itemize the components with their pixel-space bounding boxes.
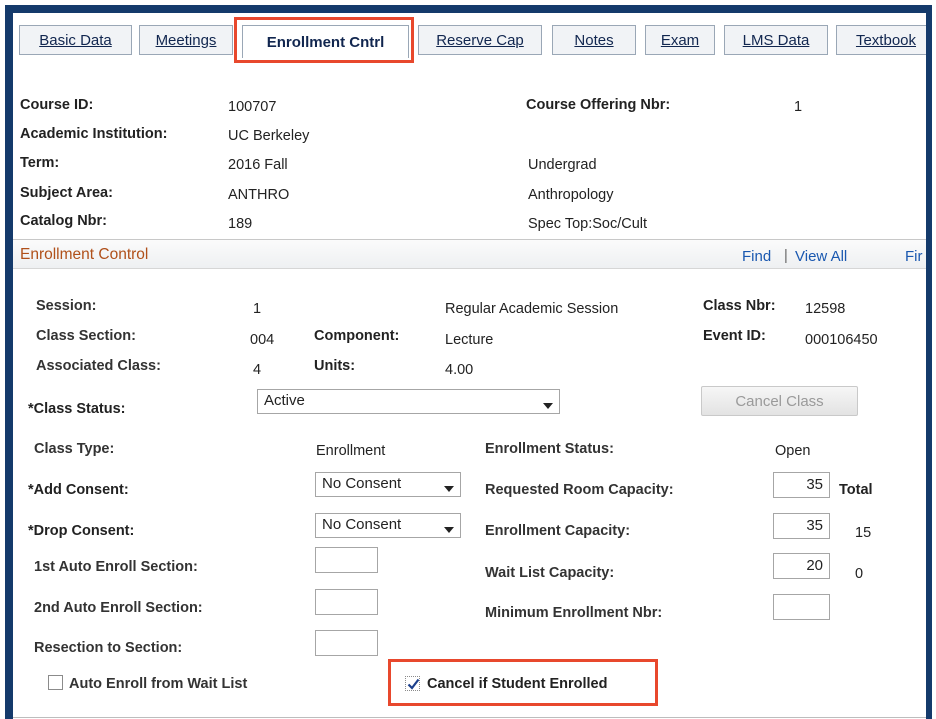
session-value: 1: [253, 301, 262, 317]
enrollment-status-value: Open: [775, 443, 811, 459]
tab-notes[interactable]: Notes: [552, 25, 636, 55]
auto-enroll-wait-list-checkbox[interactable]: [48, 675, 63, 690]
chevron-down-icon: [543, 403, 553, 409]
tab-exam[interactable]: Exam: [645, 25, 715, 55]
course-id-label: Course ID:: [20, 97, 94, 113]
wait-list-capacity-input[interactable]: 20: [773, 553, 830, 579]
requested-room-capacity-input[interactable]: 35: [773, 472, 830, 498]
drop-consent-label: *Drop Consent:: [28, 523, 135, 539]
session-desc: Regular Academic Session: [445, 301, 619, 317]
class-status-select[interactable]: Active: [257, 389, 560, 414]
chevron-down-icon: [444, 527, 454, 533]
offering-label: Course Offering Nbr:: [526, 97, 671, 113]
resection-label: Resection to Section:: [34, 640, 183, 656]
subject-desc: Anthropology: [528, 187, 614, 203]
resection-input[interactable]: [315, 630, 378, 656]
auto-enroll-wait-list-label: Auto Enroll from Wait List: [69, 676, 248, 692]
catalog-value: 189: [228, 216, 253, 232]
add-consent-select[interactable]: No Consent: [315, 472, 461, 497]
tab-meetings[interactable]: Meetings: [139, 25, 233, 55]
auto-enroll-1-input[interactable]: [315, 547, 378, 573]
offering-value: 1: [794, 99, 803, 115]
assoc-class-label: Associated Class:: [36, 358, 161, 374]
subject-label: Subject Area:: [20, 185, 113, 201]
section-title: Enrollment Control: [20, 246, 149, 263]
add-consent-value: No Consent: [322, 475, 402, 492]
drop-consent-value: No Consent: [322, 516, 402, 533]
institution-value: UC Berkeley: [228, 128, 310, 144]
catalog-label: Catalog Nbr:: [20, 213, 107, 229]
wait-list-capacity-label: Wait List Capacity:: [485, 565, 615, 581]
wait-list-total-value: 0: [855, 566, 864, 582]
minimum-enrollment-input[interactable]: [773, 594, 830, 620]
term-value: 2016 Fall: [228, 157, 288, 173]
event-id-value: 000106450: [805, 332, 878, 348]
career-value: Undergrad: [528, 157, 597, 173]
view-all-link[interactable]: View All: [795, 248, 847, 265]
minimum-enrollment-label: Minimum Enrollment Nbr:: [485, 605, 663, 621]
class-type-label: Class Type:: [34, 441, 115, 457]
term-label: Term:: [20, 155, 60, 171]
add-consent-label: *Add Consent:: [28, 482, 129, 498]
class-section-label: Class Section:: [36, 328, 136, 344]
find-link[interactable]: Find: [742, 248, 771, 265]
session-label: Session:: [36, 298, 97, 314]
tab-reserve-cap[interactable]: Reserve Cap: [418, 25, 542, 55]
cancel-class-button[interactable]: Cancel Class: [701, 386, 858, 416]
catalog-desc: Spec Top:Soc/Cult: [528, 216, 648, 232]
tab-lms-data[interactable]: LMS Data: [724, 25, 828, 55]
drop-consent-select[interactable]: No Consent: [315, 513, 461, 538]
chevron-down-icon: [444, 486, 454, 492]
class-section-value: 004: [250, 332, 275, 348]
course-id-value: 100707: [228, 99, 277, 115]
section-header-bar: [13, 240, 926, 269]
units-value: 4.00: [445, 362, 474, 378]
enrollment-status-label: Enrollment Status:: [485, 441, 614, 457]
subject-value: ANTHRO: [228, 187, 290, 203]
component-label: Component:: [314, 328, 400, 344]
class-status-label: *Class Status:: [28, 401, 126, 417]
class-status-value: Active: [264, 392, 305, 409]
bottom-divider: [13, 717, 926, 718]
auto-enroll-2-input[interactable]: [315, 589, 378, 615]
class-nbr-value: 12598: [805, 301, 846, 317]
link-separator: |: [784, 248, 788, 264]
tab-bar: Basic Data Meetings Enrollment Cntrl Res…: [13, 13, 926, 58]
auto-enroll-1-label: 1st Auto Enroll Section:: [34, 559, 198, 575]
units-label: Units:: [314, 358, 356, 374]
enrollment-capacity-label: Enrollment Capacity:: [485, 523, 631, 539]
tab-highlight-box: [234, 17, 414, 63]
auto-enroll-2-label: 2nd Auto Enroll Section:: [34, 600, 203, 616]
checkbox-highlight-box: [388, 659, 658, 706]
tab-textbook[interactable]: Textbook: [836, 25, 926, 55]
class-nbr-label: Class Nbr:: [703, 298, 776, 314]
event-id-label: Event ID:: [703, 328, 766, 344]
enrollment-capacity-input[interactable]: 35: [773, 513, 830, 539]
total-label: Total: [839, 482, 873, 498]
enrollment-total-value: 15: [855, 525, 872, 541]
first-link[interactable]: Fir: [905, 248, 923, 265]
requested-room-capacity-label: Requested Room Capacity:: [485, 482, 674, 498]
page-frame: Basic Data Meetings Enrollment Cntrl Res…: [5, 5, 932, 719]
assoc-class-value: 4: [253, 362, 262, 378]
tab-basic-data[interactable]: Basic Data: [19, 25, 132, 55]
institution-label: Academic Institution:: [20, 126, 168, 142]
class-type-value: Enrollment: [316, 443, 386, 459]
component-value: Lecture: [445, 332, 494, 348]
